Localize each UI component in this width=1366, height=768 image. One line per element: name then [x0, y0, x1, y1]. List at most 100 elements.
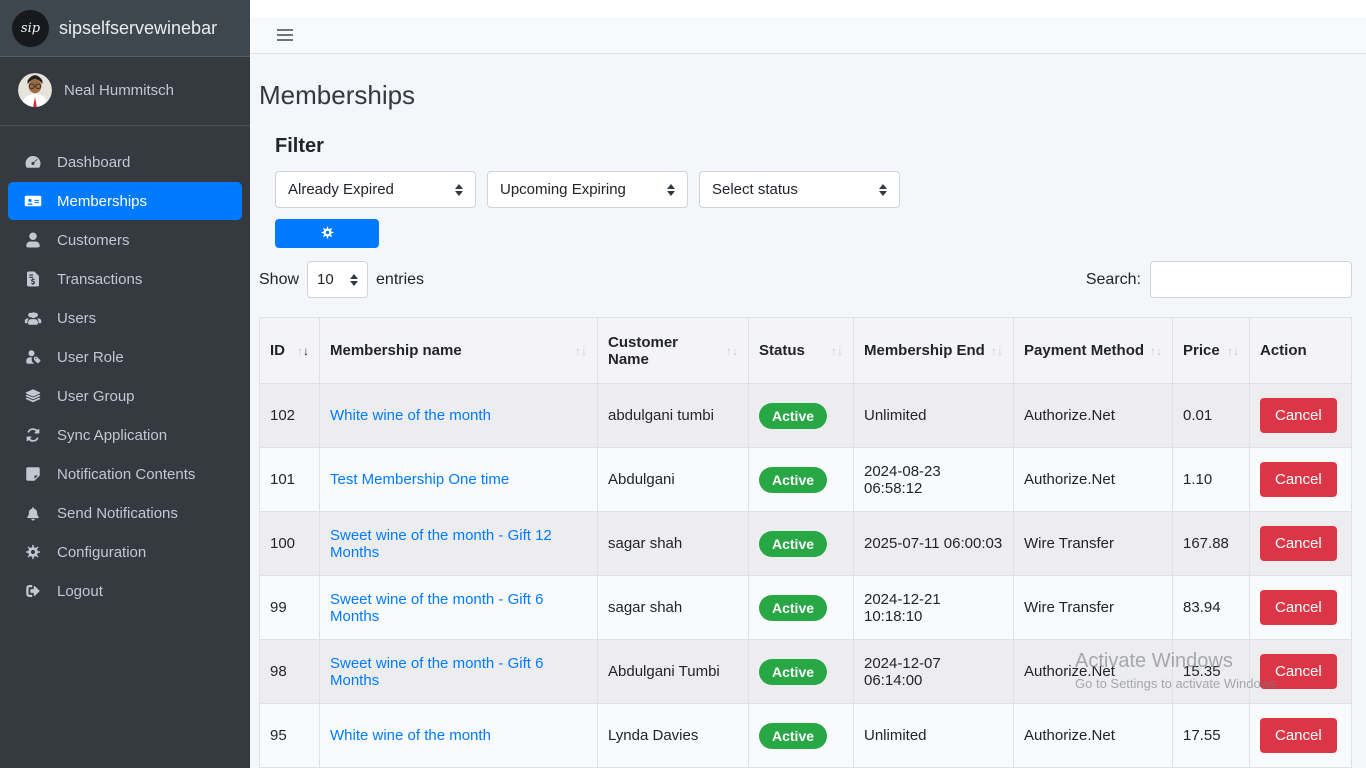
cell-status: Active	[749, 448, 854, 512]
expired-filter-select[interactable]: Already Expired	[275, 171, 476, 208]
filter-settings-button[interactable]	[275, 219, 379, 248]
cell-membership-name: Test Membership One time	[320, 448, 598, 512]
table-row: 99 Sweet wine of the month - Gift 6 Mont…	[260, 576, 1352, 640]
cancel-button[interactable]: Cancel	[1260, 718, 1337, 753]
cancel-button[interactable]: Cancel	[1260, 590, 1337, 625]
column-header-status[interactable]: Status	[749, 318, 854, 384]
sort-icon	[831, 344, 843, 358]
membership-name-link[interactable]: Test Membership One time	[330, 471, 509, 488]
membership-name-link[interactable]: White wine of the month	[330, 407, 491, 424]
page-length-select[interactable]: 10	[307, 261, 368, 298]
sidebar-item-memberships[interactable]: Memberships	[8, 182, 242, 220]
bell-icon	[22, 504, 44, 522]
search-input[interactable]	[1150, 261, 1352, 298]
brand-logo-text: sip	[21, 21, 40, 36]
cell-payment-method: Authorize.Net	[1014, 448, 1173, 512]
user-avatar	[18, 73, 52, 107]
cell-membership-end: 2025-07-11 06:00:03	[854, 512, 1014, 576]
brand[interactable]: sip sipselfservewinebar	[0, 0, 250, 57]
membership-name-link[interactable]: White wine of the month	[330, 727, 491, 744]
users-icon	[22, 309, 44, 327]
cell-membership-name: Sweet wine of the month - Gift 6 Months	[320, 576, 598, 640]
user-panel[interactable]: Neal Hummitsch	[0, 57, 250, 126]
sidebar-item-label: Customers	[57, 232, 130, 249]
page-title: Memberships	[259, 80, 1352, 111]
brand-name: sipselfservewinebar	[59, 18, 217, 39]
sidebar-item-label: Notification Contents	[57, 466, 195, 483]
sort-icon	[1150, 344, 1162, 358]
filter-row: Already Expired Upcoming Expiring Select…	[275, 171, 1352, 208]
filter-heading: Filter	[275, 135, 1352, 158]
sidebar-item-notification-contents[interactable]: Notification Contents	[8, 455, 242, 493]
column-header-membership-end[interactable]: Membership End	[854, 318, 1014, 384]
sidebar-item-user-role[interactable]: User Role	[8, 338, 242, 376]
table-header-row: ID Membership name Customer Name Status …	[260, 318, 1352, 384]
membership-name-link[interactable]: Sweet wine of the month - Gift 6 Months	[330, 591, 543, 625]
id-card-icon	[22, 192, 44, 210]
cell-action: Cancel	[1250, 640, 1352, 704]
topbar	[250, 17, 1366, 54]
sidebar-item-label: Sync Application	[57, 427, 167, 444]
cell-action: Cancel	[1250, 576, 1352, 640]
column-header-customer-name[interactable]: Customer Name	[598, 318, 749, 384]
sidebar-item-label: Logout	[57, 583, 103, 600]
cancel-button[interactable]: Cancel	[1260, 398, 1337, 433]
cell-payment-method: Authorize.Net	[1014, 384, 1173, 448]
status-filter-select[interactable]: Select status	[699, 171, 900, 208]
page-length-control: Show 10 entries	[259, 261, 424, 298]
cell-membership-end: Unlimited	[854, 384, 1014, 448]
sidebar-item-sync-application[interactable]: Sync Application	[8, 416, 242, 454]
sidebar-item-user-group[interactable]: User Group	[8, 377, 242, 415]
cell-payment-method: Authorize.Net	[1014, 704, 1173, 768]
table-row: 98 Sweet wine of the month - Gift 6 Mont…	[260, 640, 1352, 704]
cell-payment-method: Authorize.Net	[1014, 640, 1173, 704]
hamburger-menu-icon[interactable]	[273, 25, 297, 45]
sidebar-item-configuration[interactable]: Configuration	[8, 533, 242, 571]
table-controls: Show 10 entries Search:	[259, 261, 1352, 298]
cell-payment-method: Wire Transfer	[1014, 512, 1173, 576]
status-filter-value: Select status	[712, 181, 798, 198]
sync-icon	[22, 426, 44, 444]
cell-status: Active	[749, 704, 854, 768]
column-header-id[interactable]: ID	[260, 318, 320, 384]
file-invoice-dollar-icon	[22, 270, 44, 288]
sidebar-item-dashboard[interactable]: Dashboard	[8, 143, 242, 181]
sidebar-item-logout[interactable]: Logout	[8, 572, 242, 610]
sidebar-item-users[interactable]: Users	[8, 299, 242, 337]
cancel-button[interactable]: Cancel	[1260, 654, 1337, 689]
cell-id: 98	[260, 640, 320, 704]
memberships-table-body: 102 White wine of the month abdulgani tu…	[260, 384, 1352, 768]
cell-price: 1.10	[1173, 448, 1250, 512]
sidebar-item-customers[interactable]: Customers	[8, 221, 242, 259]
cell-membership-end: 2024-08-23 06:58:12	[854, 448, 1014, 512]
layer-group-icon	[22, 387, 44, 405]
user-tag-icon	[22, 348, 44, 366]
cell-payment-method: Wire Transfer	[1014, 576, 1173, 640]
cancel-button[interactable]: Cancel	[1260, 462, 1337, 497]
membership-name-link[interactable]: Sweet wine of the month - Gift 12 Months	[330, 527, 552, 561]
sidebar-item-transactions[interactable]: Transactions	[8, 260, 242, 298]
column-header-payment-method[interactable]: Payment Method	[1014, 318, 1173, 384]
column-header-membership-name[interactable]: Membership name	[320, 318, 598, 384]
cancel-button[interactable]: Cancel	[1260, 526, 1337, 561]
sidebar-item-send-notifications[interactable]: Send Notifications	[8, 494, 242, 532]
status-badge: Active	[759, 531, 827, 557]
sidebar-nav: Dashboard Memberships Customers Transact…	[0, 142, 250, 611]
cell-status: Active	[749, 640, 854, 704]
cell-membership-name: Sweet wine of the month - Gift 6 Months	[320, 640, 598, 704]
cell-membership-name: White wine of the month	[320, 384, 598, 448]
sort-icon	[991, 344, 1003, 358]
expiring-filter-select[interactable]: Upcoming Expiring	[487, 171, 688, 208]
status-badge: Active	[759, 403, 827, 429]
column-header-price[interactable]: Price	[1173, 318, 1250, 384]
membership-name-link[interactable]: Sweet wine of the month - Gift 6 Months	[330, 655, 543, 689]
search-label: Search:	[1086, 271, 1141, 289]
cell-membership-end: 2024-12-21 10:18:10	[854, 576, 1014, 640]
expired-filter-value: Already Expired	[288, 181, 394, 198]
sidebar: sip sipselfservewinebar Neal Hummits	[0, 0, 250, 768]
cell-membership-name: White wine of the month	[320, 704, 598, 768]
sort-icon	[297, 344, 309, 358]
cell-price: 167.88	[1173, 512, 1250, 576]
cell-price: 17.55	[1173, 704, 1250, 768]
cell-membership-end: Unlimited	[854, 704, 1014, 768]
